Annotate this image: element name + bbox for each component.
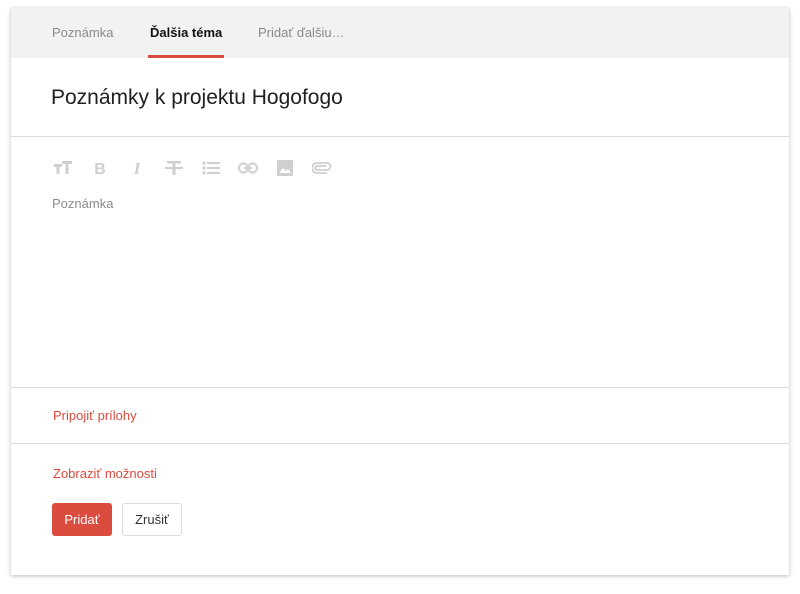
tab-poznamka[interactable]: Poznámka: [52, 25, 113, 58]
link-icon[interactable]: [236, 156, 260, 180]
strikethrough-icon[interactable]: [162, 156, 186, 180]
bold-icon[interactable]: B: [88, 156, 112, 180]
svg-text:I: I: [133, 160, 142, 176]
note-title[interactable]: Poznámky k projektu Hogofogo: [51, 86, 343, 110]
svg-text:B: B: [94, 161, 106, 176]
divider: [11, 136, 789, 137]
add-button[interactable]: Pridať: [52, 503, 112, 536]
tab-dalsia-tema[interactable]: Ďalšia téma: [148, 25, 225, 58]
note-editor-card: Poznámka Ďalšia téma Pridať ďalšiu… Pozn…: [11, 8, 789, 575]
tab-pridat-dalsiu[interactable]: Pridať ďalšiu…: [258, 25, 345, 58]
bulleted-list-icon[interactable]: [199, 156, 223, 180]
attach-files-link[interactable]: Pripojiť prílohy: [53, 408, 137, 423]
attachment-icon[interactable]: [310, 156, 334, 180]
tab-bar: Poznámka Ďalšia téma Pridať ďalšiu…: [11, 8, 789, 58]
text-size-icon[interactable]: [51, 156, 75, 180]
note-body-input[interactable]: Poznámka: [52, 196, 113, 211]
show-options-link[interactable]: Zobraziť možnosti: [53, 466, 157, 481]
divider: [11, 443, 789, 444]
divider: [11, 387, 789, 388]
cancel-button[interactable]: Zrušiť: [122, 503, 182, 536]
italic-icon[interactable]: I: [125, 156, 149, 180]
image-icon[interactable]: [273, 156, 297, 180]
